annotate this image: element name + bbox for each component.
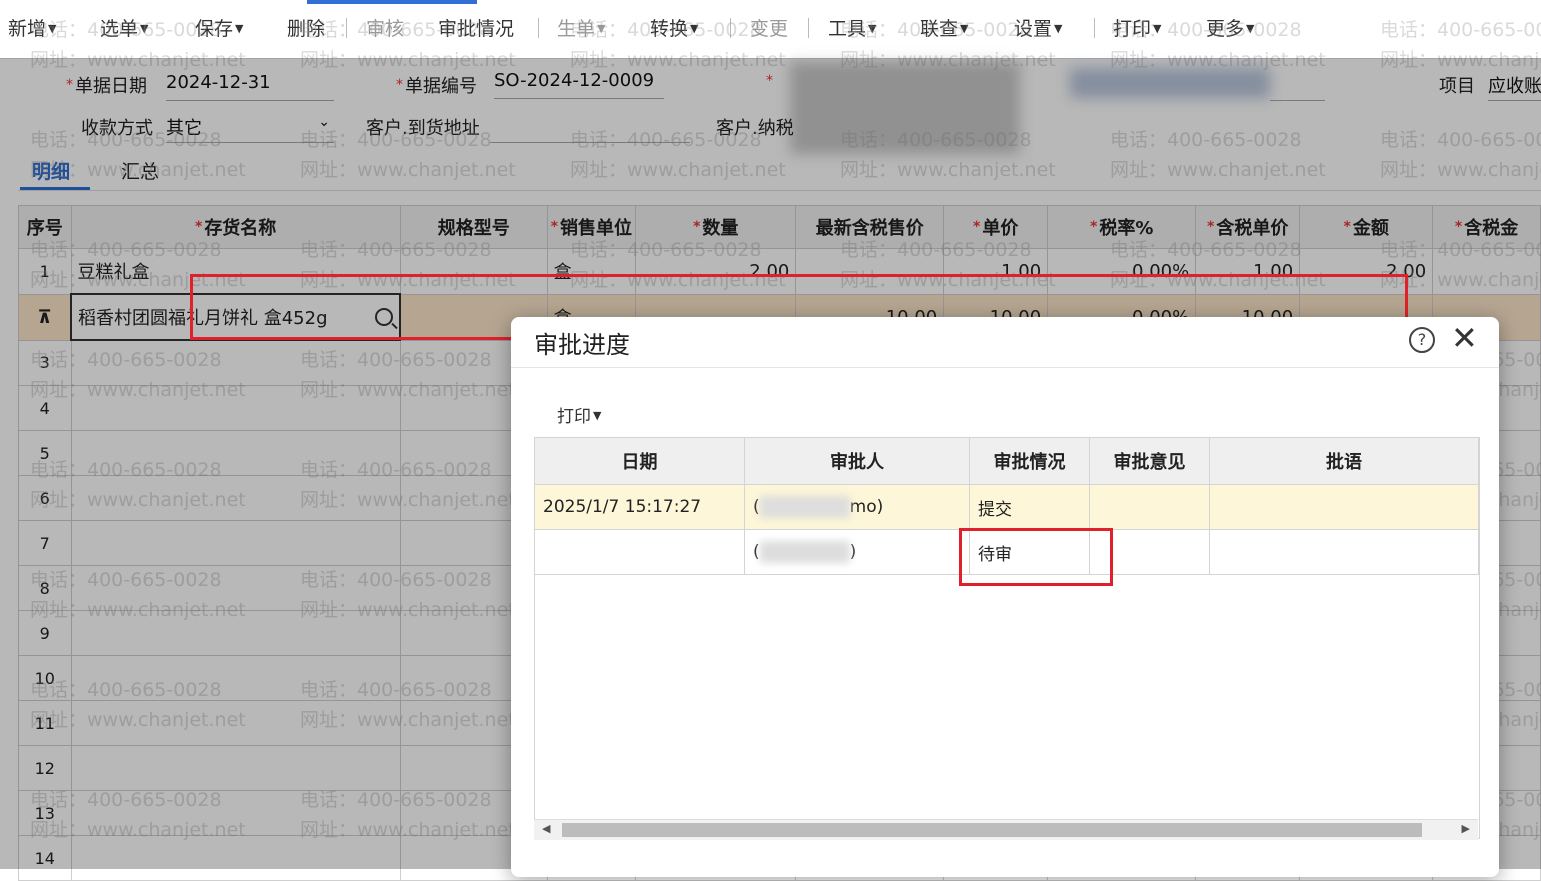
new-button[interactable]: 新增 ▼ [8, 14, 56, 41]
approval-approver: () [744, 529, 970, 575]
chevron-down-icon: ▼ [1153, 22, 1162, 35]
approval-row[interactable]: 2025/1/7 15:17:27 (mo) 提交 [534, 484, 1479, 530]
close-icon[interactable]: ✕ [1451, 319, 1478, 357]
separator [346, 18, 347, 38]
approval-status: 提交 [969, 484, 1090, 530]
settings-button[interactable]: 设置 ▼ [1014, 14, 1062, 41]
chevron-down-icon: ▼ [868, 22, 877, 35]
separator [808, 18, 809, 38]
change-button[interactable]: 变更 [750, 14, 788, 41]
approval-comment [1209, 484, 1479, 530]
active-tab-indicator [307, 0, 477, 4]
chevron-down-icon: ▼ [690, 22, 699, 35]
chevron-down-icon: ▼ [235, 22, 244, 35]
column-header-opinion[interactable]: 审批意见 [1089, 437, 1210, 485]
approval-comment [1209, 529, 1479, 575]
toolbar: 新增 ▼ 选单 ▼ 保存 ▼ 删除 审核 审批情况 生单 ▼ 转换 ▼ 变更 工具 ▼ 联查… [0, 0, 1541, 59]
scroll-right-icon[interactable]: ▶ [1462, 822, 1470, 835]
approval-approver: (mo) [744, 484, 970, 530]
chevron-down-icon: ▼ [597, 22, 606, 35]
column-header-approver[interactable]: 审批人 [744, 437, 970, 485]
dialog-divider [511, 367, 1499, 368]
approval-status-button[interactable]: 审批情况 [438, 14, 514, 41]
chevron-down-icon: ▼ [140, 22, 149, 35]
scroll-left-icon[interactable]: ◀ [542, 822, 550, 835]
save-button[interactable]: 保存 ▼ [195, 14, 243, 41]
tools-button[interactable]: 工具 ▼ [828, 14, 876, 41]
separator [1094, 18, 1095, 38]
dialog-title: 审批进度 [534, 331, 630, 359]
convert-button[interactable]: 转换 ▼ [650, 14, 698, 41]
generate-button[interactable]: 生单 ▼ [557, 14, 605, 41]
horizontal-scrollbar[interactable]: ◀ ▶ [534, 819, 1478, 840]
approval-opinion [1089, 484, 1210, 530]
column-header-date[interactable]: 日期 [534, 437, 745, 485]
select-button[interactable]: 选单 ▼ [100, 14, 148, 41]
more-button[interactable]: 更多 ▼ [1206, 14, 1254, 41]
column-header-comment[interactable]: 批语 [1209, 437, 1479, 485]
lookup-button[interactable]: 联查 ▼ [920, 14, 968, 41]
separator [538, 18, 539, 38]
approval-date: 2025/1/7 15:17:27 [534, 484, 745, 530]
separator [730, 18, 731, 38]
chevron-down-icon: ▼ [1054, 22, 1063, 35]
approval-progress-dialog: 审批进度 ? ✕ 打印 ▼ 日期 审批人 审批情况 审批意见 批语 2025/1/… [511, 317, 1499, 877]
help-icon[interactable]: ? [1409, 327, 1435, 353]
approval-date [534, 529, 745, 575]
dialog-print-button[interactable]: 打印 ▼ [557, 402, 601, 427]
chevron-down-icon: ▼ [48, 22, 57, 35]
column-header-status[interactable]: 审批情况 [969, 437, 1090, 485]
chevron-down-icon: ▼ [1246, 22, 1255, 35]
blurred-approver-name [759, 541, 850, 563]
blurred-approver-name [759, 496, 850, 518]
delete-button[interactable]: 删除 [287, 14, 325, 41]
scrollbar-thumb[interactable] [562, 823, 1422, 837]
chevron-down-icon: ▼ [960, 22, 969, 35]
chevron-down-icon: ▼ [593, 409, 602, 422]
audit-button[interactable]: 审核 [366, 14, 404, 41]
print-button[interactable]: 打印 ▼ [1113, 14, 1161, 41]
highlight-box-status [959, 528, 1113, 586]
approval-header-row: 日期 审批人 审批情况 审批意见 批语 [534, 437, 1479, 485]
